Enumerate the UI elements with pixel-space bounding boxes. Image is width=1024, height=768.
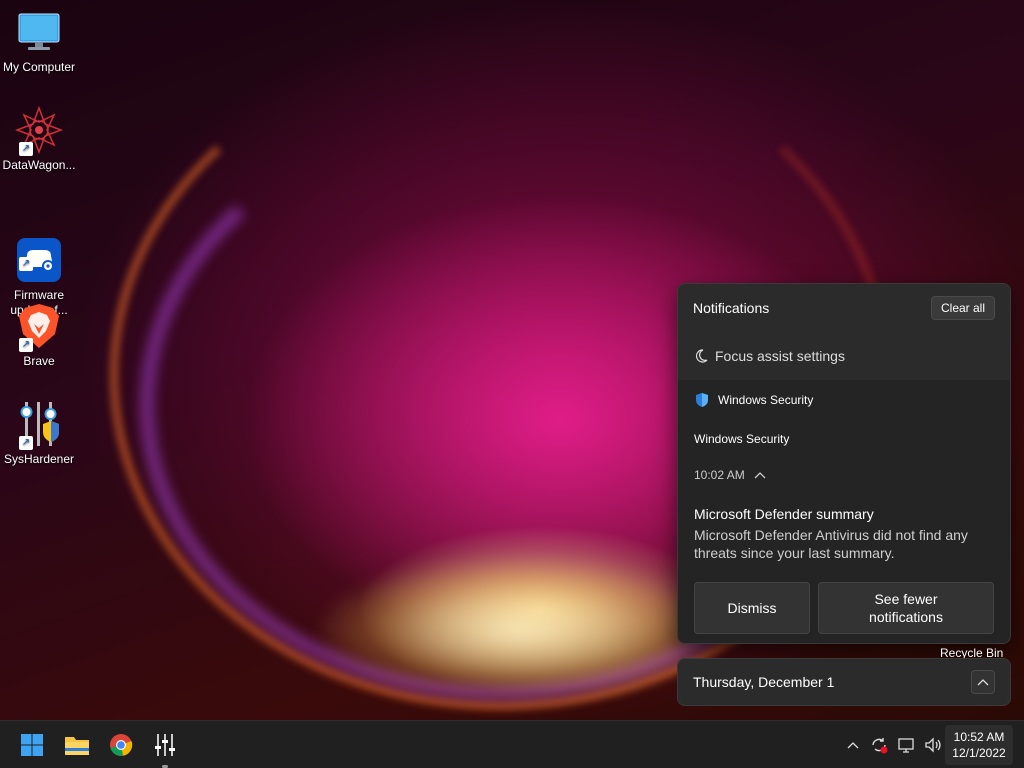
dismiss-button[interactable]: Dismiss [694,582,810,634]
network-icon[interactable] [897,735,917,755]
system-tray [845,721,943,768]
windows-start-icon [21,734,43,756]
shortcut-arrow-icon: ↗ [19,436,33,450]
focus-assist-settings-link[interactable]: Focus assist settings [678,332,1010,380]
desktop-icon-datawagon[interactable]: ↗ DataWagon... [0,105,78,173]
desktop-icon-label: DataWagon... [2,158,76,172]
see-fewer-notifications-button[interactable]: See fewer notifications [818,582,994,634]
chevron-up-icon [977,679,989,686]
desktop-icon-my-computer[interactable]: My Computer [0,8,78,75]
shortcut-arrow-icon: ↗ [19,142,33,156]
chrome-icon [110,734,133,756]
syshardener-taskbar-button[interactable] [149,729,181,768]
start-button[interactable] [16,729,48,761]
notification-header: Notifications Clear all [678,284,1010,332]
calendar-expand-button[interactable] [971,670,995,694]
sync-error-icon[interactable] [869,735,889,755]
toast-actions: Dismiss See fewer notifications [694,582,994,634]
clock-date: 12/1/2022 [952,746,1006,760]
toast-body: Microsoft Defender Antivirus did not fin… [694,527,968,561]
desktop-icon-brave[interactable]: ↗ Brave [0,302,78,369]
toast-source: Windows Security [694,432,790,446]
toast-time-row: 10:02 AM [694,468,994,482]
desktop-icon-label: SysHardener [3,452,75,466]
show-hidden-icons-chevron-icon[interactable] [845,737,861,753]
gamepad-settings-icon: ↗ [15,221,63,282]
file-explorer-button[interactable] [61,729,93,761]
datawagon-app-icon: ↗ [14,105,64,156]
notification-title: Notifications [693,300,770,316]
volume-icon[interactable] [923,735,943,755]
notification-center: Notifications Clear all Focus assist set… [677,283,1011,644]
taskbar-clock[interactable]: 10:52 AM 12/1/2022 [945,725,1013,765]
monitor-icon [15,8,63,56]
file-explorer-icon [65,737,89,755]
shortcut-arrow-icon: ↗ [19,338,33,352]
clock-time: 10:52 AM [953,730,1005,744]
calendar-flyout-header: Thursday, December 1 [677,658,1011,706]
moon-icon [695,349,708,363]
shortcut-arrow-icon: ↗ [19,257,33,271]
chevron-up-icon[interactable] [753,470,767,480]
chrome-button[interactable] [105,729,137,761]
sliders-shield-icon: ↗ [15,400,63,450]
desktop-icon-label: Brave [23,354,55,368]
toast-time: 10:02 AM [694,468,745,482]
toast-app-header: Windows Security [694,392,994,408]
clear-all-button[interactable]: Clear all [930,296,995,320]
windows-security-shield-icon [696,393,708,407]
notification-toast[interactable]: Windows Security Windows Security 10:02 … [678,380,1010,643]
toast-app-name: Windows Security [718,393,814,407]
desktop-icon-label: My Computer [2,60,76,74]
brave-lion-icon: ↗ [15,302,63,352]
desktop-icon-syshardener[interactable]: ↗ SysHardener [0,400,78,467]
syshardener-icon [155,734,175,756]
calendar-date: Thursday, December 1 [693,674,835,690]
focus-assist-label: Focus assist settings [715,348,845,364]
taskbar: 10:52 AM 12/1/2022 [0,720,1024,768]
toast-heading: Microsoft Defender summary [694,506,874,522]
